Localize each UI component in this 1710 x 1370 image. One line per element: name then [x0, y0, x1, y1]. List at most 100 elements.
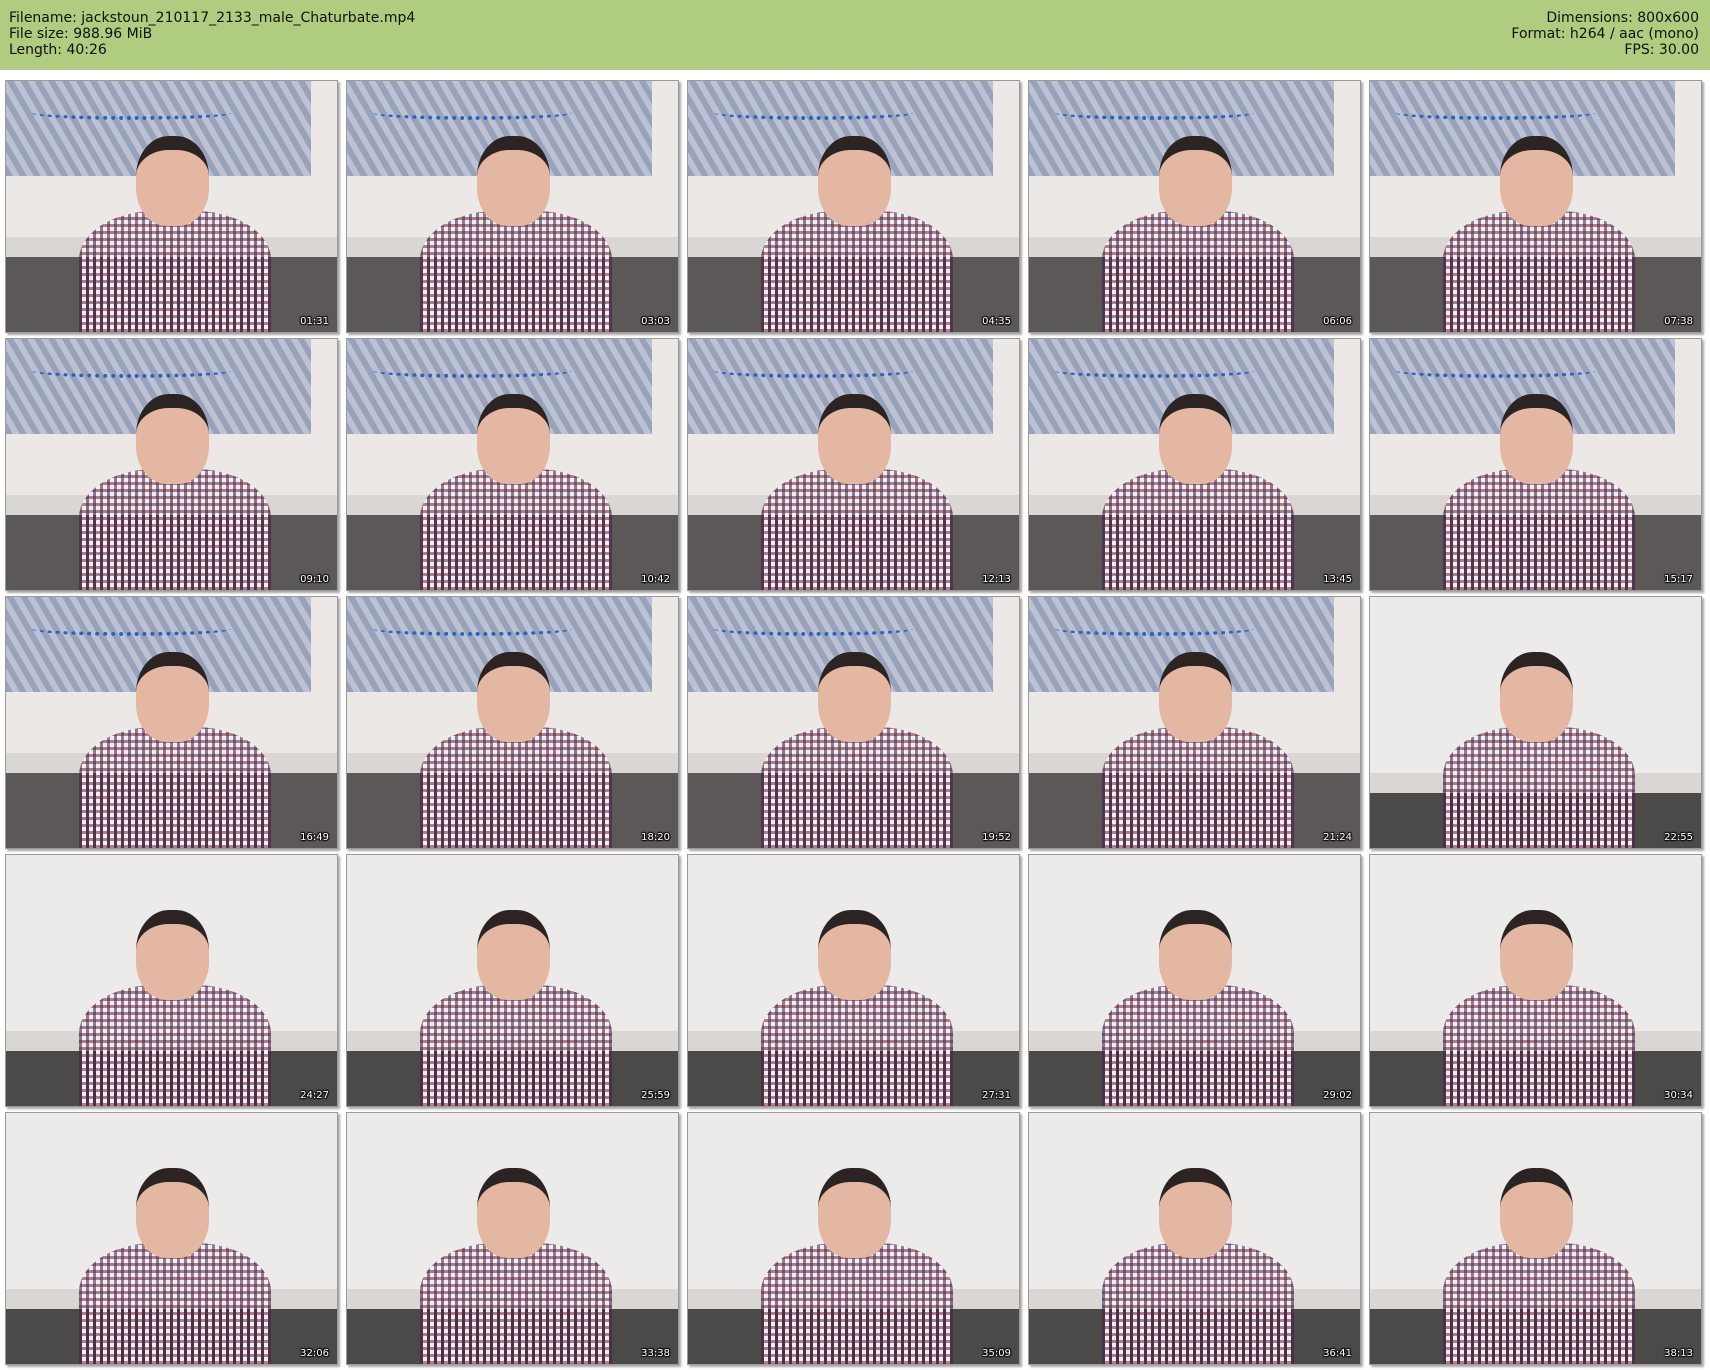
checkered-shirt — [1442, 468, 1635, 590]
person-figure — [1101, 652, 1294, 848]
thumbnail-frame: 12:13 — [687, 338, 1020, 591]
timestamp-label: 21:24 — [1323, 832, 1352, 843]
thumbnail-frame: 16:49 — [5, 596, 338, 849]
thumbnail-frame: 38:13 — [1369, 1112, 1702, 1365]
christmas-garland — [714, 622, 914, 637]
timestamp-label: 22:55 — [1664, 832, 1693, 843]
person-figure — [419, 910, 612, 1106]
christmas-garland — [32, 364, 232, 379]
header-right: Dimensions: 800x600 Format: h264 / aac (… — [1511, 10, 1699, 58]
person-figure — [78, 1168, 271, 1364]
head — [136, 652, 210, 743]
head — [136, 1168, 210, 1259]
thumbnail-frame: 01:31 — [5, 80, 338, 333]
person-figure — [1442, 394, 1635, 590]
head — [136, 136, 210, 227]
timestamp-label: 06:06 — [1323, 316, 1352, 327]
person-figure — [78, 136, 271, 332]
person-figure — [1442, 136, 1635, 332]
timestamp-label: 35:09 — [982, 1348, 1011, 1359]
timestamp-label: 25:59 — [641, 1090, 670, 1101]
christmas-garland — [373, 364, 573, 379]
person-figure — [1101, 910, 1294, 1106]
timestamp-label: 27:31 — [982, 1090, 1011, 1101]
person-figure — [760, 136, 953, 332]
head — [818, 652, 892, 743]
checkered-shirt — [1101, 468, 1294, 590]
checkered-shirt — [419, 984, 612, 1106]
timestamp-label: 01:31 — [300, 316, 329, 327]
thumbnail-frame: 24:27 — [5, 854, 338, 1107]
head — [1500, 652, 1574, 743]
checkered-shirt — [1442, 984, 1635, 1106]
thumbnail-grid: 01:31 03:03 04:35 06:06 07:38 09:10 10:42 12:13… — [0, 75, 1710, 1370]
timestamp-label: 10:42 — [641, 574, 670, 585]
christmas-garland — [1055, 106, 1255, 121]
checkered-shirt — [1101, 726, 1294, 848]
head — [818, 910, 892, 1001]
person-figure — [419, 136, 612, 332]
head — [818, 1168, 892, 1259]
timestamp-label: 32:06 — [300, 1348, 329, 1359]
checkered-shirt — [760, 1242, 953, 1364]
thumbnail-frame: 09:10 — [5, 338, 338, 591]
info-header: Filename: jackstoun_210117_2133_male_Cha… — [0, 0, 1710, 70]
person-figure — [1101, 1168, 1294, 1364]
timestamp-label: 13:45 — [1323, 574, 1352, 585]
timestamp-label: 36:41 — [1323, 1348, 1352, 1359]
thumbnail-frame: 13:45 — [1028, 338, 1361, 591]
thumbnail-frame: 32:06 — [5, 1112, 338, 1365]
timestamp-label: 15:17 — [1664, 574, 1693, 585]
thumbnail-frame: 35:09 — [687, 1112, 1020, 1365]
christmas-garland — [714, 106, 914, 121]
timestamp-label: 30:34 — [1664, 1090, 1693, 1101]
head — [1159, 652, 1233, 743]
checkered-shirt — [1442, 726, 1635, 848]
checkered-shirt — [760, 210, 953, 332]
person-figure — [1101, 136, 1294, 332]
timestamp-label: 12:13 — [982, 574, 1011, 585]
checkered-shirt — [1101, 210, 1294, 332]
thumbnail-frame: 04:35 — [687, 80, 1020, 333]
timestamp-label: 09:10 — [300, 574, 329, 585]
head — [136, 910, 210, 1001]
timestamp-label: 04:35 — [982, 316, 1011, 327]
head — [1500, 136, 1574, 227]
christmas-garland — [32, 622, 232, 637]
checkered-shirt — [78, 726, 271, 848]
head — [1500, 394, 1574, 485]
person-figure — [760, 652, 953, 848]
checkered-shirt — [760, 726, 953, 848]
thumbnail-frame: 07:38 — [1369, 80, 1702, 333]
head — [1159, 910, 1233, 1001]
checkered-shirt — [419, 1242, 612, 1364]
timestamp-label: 03:03 — [641, 316, 670, 327]
header-left: Filename: jackstoun_210117_2133_male_Cha… — [9, 10, 415, 58]
thumbnail-frame: 06:06 — [1028, 80, 1361, 333]
person-figure — [78, 394, 271, 590]
person-figure — [419, 394, 612, 590]
checkered-shirt — [760, 984, 953, 1106]
head — [1159, 136, 1233, 227]
person-figure — [78, 910, 271, 1106]
person-figure — [419, 652, 612, 848]
person-figure — [760, 394, 953, 590]
thumbnail-frame: 18:20 — [346, 596, 679, 849]
christmas-garland — [714, 364, 914, 379]
thumbnail-frame: 10:42 — [346, 338, 679, 591]
person-figure — [1442, 910, 1635, 1106]
christmas-garland — [1055, 622, 1255, 637]
thumbnail-frame: 19:52 — [687, 596, 1020, 849]
head — [477, 910, 551, 1001]
head — [818, 136, 892, 227]
timestamp-label: 29:02 — [1323, 1090, 1352, 1101]
checkered-shirt — [419, 726, 612, 848]
christmas-garland — [373, 622, 573, 637]
thumbnail-frame: 15:17 — [1369, 338, 1702, 591]
head — [477, 652, 551, 743]
christmas-garland — [32, 106, 232, 121]
christmas-garland — [1396, 364, 1596, 379]
timestamp-label: 33:38 — [641, 1348, 670, 1359]
thumbnail-frame: 29:02 — [1028, 854, 1361, 1107]
thumbnail-frame: 33:38 — [346, 1112, 679, 1365]
